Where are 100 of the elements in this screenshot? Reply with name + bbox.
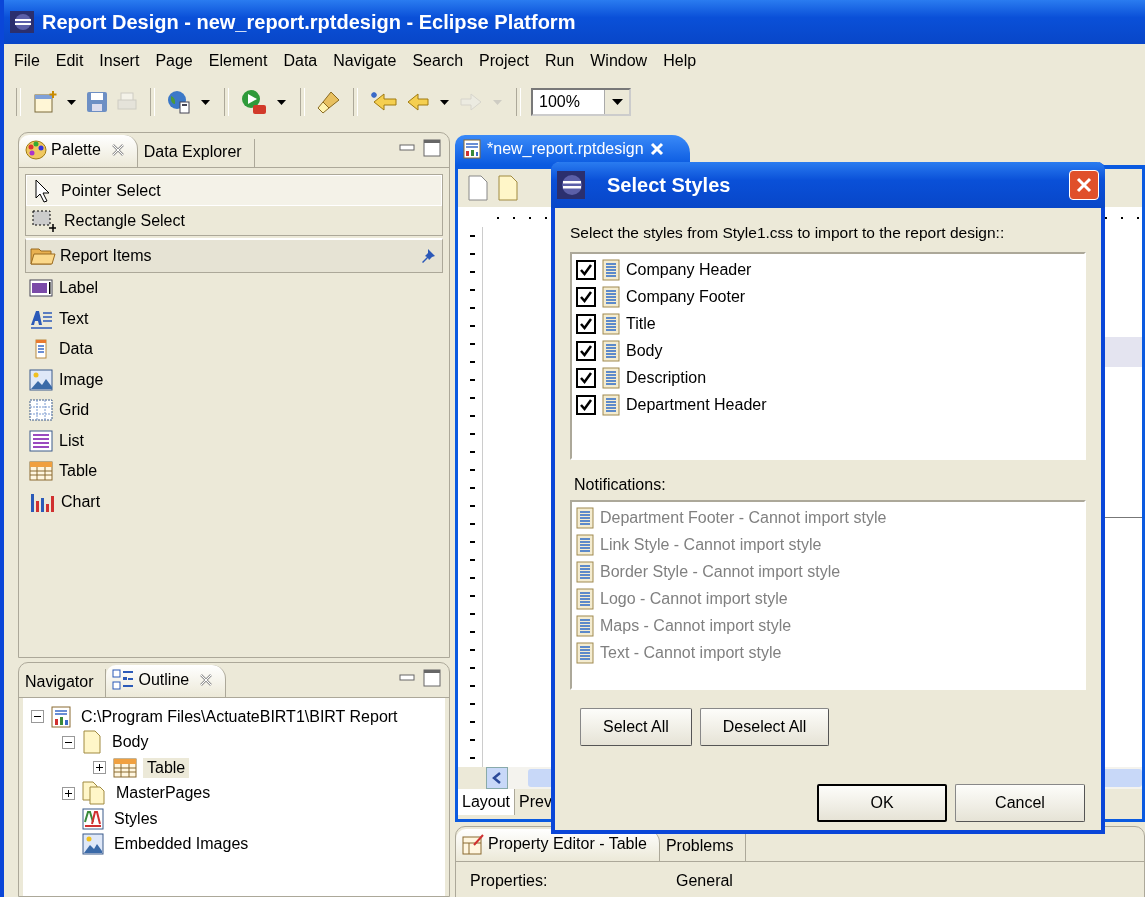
palette-tool[interactable]: Rectangle Select — [26, 206, 442, 235]
window-title: Report Design - new_report.rptdesign - Eclipse Platform — [42, 10, 576, 34]
ok-button[interactable]: OK — [817, 784, 947, 822]
palette-item[interactable]: Text — [25, 303, 443, 334]
tree-item[interactable]: Embedded Images — [110, 834, 253, 855]
maximize-icon[interactable] — [423, 669, 441, 687]
tree-item[interactable]: Styles — [110, 808, 162, 829]
style-icon — [602, 258, 620, 281]
style-name: Title — [626, 314, 656, 333]
cancel-button[interactable]: Cancel — [955, 784, 1085, 822]
tree-item[interactable]: Table — [143, 757, 190, 778]
menu-item[interactable]: Data — [275, 50, 326, 72]
minimize-icon[interactable] — [399, 674, 415, 682]
style-name: Company Header — [626, 260, 752, 279]
notification-text: Department Footer - Cannot import style — [600, 508, 887, 527]
style-name: Body — [626, 341, 663, 360]
style-icon — [602, 285, 620, 308]
close-button[interactable] — [1069, 170, 1099, 200]
folder-icon — [30, 246, 56, 266]
report-icon — [463, 139, 481, 159]
checkbox[interactable] — [576, 367, 596, 388]
grid-icon — [29, 399, 53, 422]
editor-page-tab[interactable]: Layout — [458, 789, 516, 815]
notification-text: Border Style - Cannot import style — [600, 562, 841, 581]
menu-item[interactable]: Help — [655, 50, 705, 72]
image-icon — [29, 368, 53, 391]
collapse-icon[interactable] — [62, 735, 75, 749]
expand-icon[interactable] — [62, 786, 75, 800]
checkbox[interactable] — [576, 313, 596, 334]
close-icon — [1076, 177, 1092, 193]
list-icon — [29, 429, 53, 452]
menu-item[interactable]: Project — [471, 50, 537, 72]
close-icon[interactable] — [199, 673, 214, 687]
select-all-button[interactable]: Select All — [580, 708, 692, 746]
menu-item[interactable]: Insert — [91, 50, 148, 72]
style-icon — [602, 312, 620, 335]
checkbox[interactable] — [576, 286, 596, 307]
menu-item[interactable]: File — [6, 50, 48, 72]
panel-tab[interactable]: Palette — [19, 135, 138, 167]
deselect-all-button[interactable]: Deselect All — [699, 708, 830, 746]
menu-item[interactable]: Run — [536, 50, 583, 72]
pin-icon[interactable] — [420, 248, 436, 264]
style-icon — [576, 614, 594, 637]
style-icon — [576, 533, 594, 556]
styles-icon — [82, 807, 104, 830]
panel-tab[interactable]: Data Explorer — [137, 139, 255, 167]
palette-item[interactable]: Label — [25, 273, 443, 304]
palette-item[interactable]: List — [25, 425, 443, 456]
expand-icon[interactable] — [93, 761, 106, 775]
palette-item[interactable]: Image — [25, 364, 443, 395]
pages-icon — [82, 781, 106, 806]
zoom-combo[interactable]: 100% — [531, 88, 631, 116]
style-name: Department Header — [626, 395, 767, 414]
style-icon — [576, 506, 594, 529]
run-icon[interactable] — [239, 87, 269, 117]
collapse-icon[interactable] — [31, 710, 44, 724]
style-icon — [602, 393, 620, 416]
tree-item[interactable]: MasterPages — [112, 783, 215, 804]
palette-tool[interactable]: Pointer Select — [26, 175, 442, 206]
globe-icon[interactable] — [165, 88, 193, 116]
menu-item[interactable]: Search — [404, 50, 472, 72]
notifications-label: Notifications: — [574, 476, 667, 494]
section-label[interactable]: General — [676, 872, 733, 890]
properties-label: Properties: — [470, 872, 549, 890]
menu-item[interactable]: Edit — [47, 50, 92, 72]
dialog-prompt: Select the styles from Style1.css to import to the report design:: — [570, 224, 1006, 242]
maximize-icon[interactable] — [423, 139, 441, 157]
report-icon — [51, 705, 71, 728]
checkbox[interactable] — [576, 259, 596, 280]
panel-tab[interactable]: Property Editor - Table — [456, 829, 660, 861]
notification-text: Link Style - Cannot import style — [600, 535, 822, 554]
scroll-left-icon[interactable] — [492, 772, 502, 784]
notification-text: Logo - Cannot import style — [600, 589, 788, 608]
menu-item[interactable]: Page — [147, 50, 201, 72]
outline-icon — [112, 669, 135, 691]
menu-item[interactable]: Window — [582, 50, 656, 72]
style-icon — [576, 641, 594, 664]
palette-item[interactable]: Table — [25, 456, 443, 487]
menu-item[interactable]: Navigate — [325, 50, 405, 72]
image-icon — [82, 833, 104, 856]
style-icon — [602, 339, 620, 362]
dropdown-caret-icon[interactable] — [611, 99, 623, 105]
label-icon — [29, 277, 53, 300]
palette-item[interactable]: Grid — [25, 395, 443, 426]
notification-text: Text - Cannot import style — [600, 643, 782, 662]
editor-tab[interactable]: *new_report.rptdesign — [455, 135, 690, 165]
panel-tab[interactable]: Outline — [106, 665, 227, 697]
close-icon[interactable] — [110, 143, 125, 157]
checkbox[interactable] — [576, 340, 596, 361]
menu-item[interactable]: Element — [200, 50, 276, 72]
style-icon — [576, 587, 594, 610]
palette-item[interactable]: Data — [25, 334, 443, 365]
palette-drawer[interactable]: Report Items — [25, 238, 443, 273]
tree-item[interactable]: C:\Program Files\ActuateBIRT1\BIRT Report — [77, 706, 402, 727]
tree-item[interactable]: Body — [108, 732, 153, 753]
palette-item[interactable]: Chart — [25, 486, 443, 517]
eclipse-icon — [10, 11, 34, 33]
checkbox[interactable] — [576, 394, 596, 415]
palette-icon — [25, 139, 47, 161]
minimize-icon[interactable] — [399, 144, 415, 152]
